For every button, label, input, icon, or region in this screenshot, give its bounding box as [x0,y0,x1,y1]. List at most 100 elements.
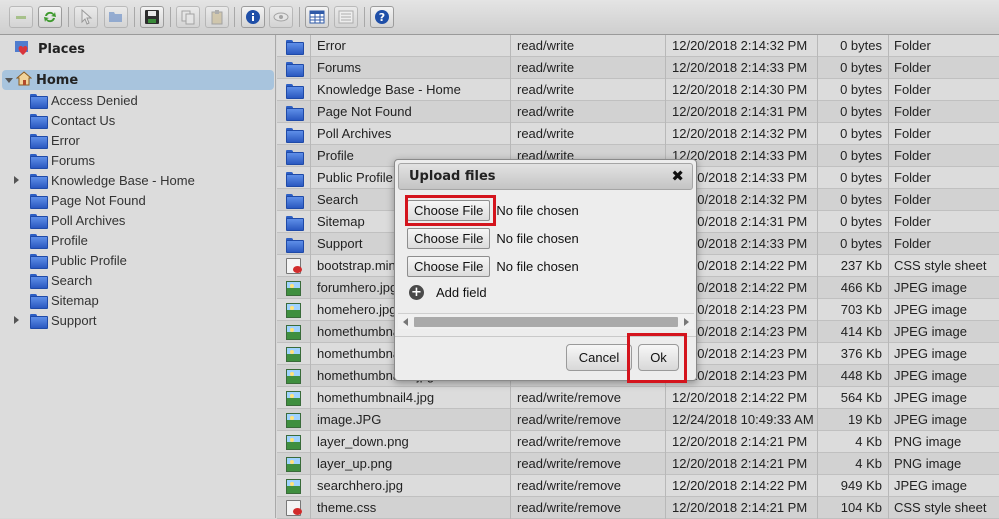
file-icon-cell [277,387,311,409]
dialog-header[interactable]: Upload files ✖ [398,163,693,190]
table-row[interactable]: Error read/write 12/20/2018 2:14:32 PM 0 by… [277,35,999,57]
file-type: JPEG image [894,390,967,405]
sidebar-item[interactable]: Contact Us [14,110,115,130]
sidebar-item[interactable]: Public Profile [14,250,127,270]
sidebar-item-home[interactable]: Home [2,70,274,90]
file-icon-cell [277,299,311,321]
places-icon [14,39,32,59]
file-date: 12/20/2018 2:14:21 PM [666,431,818,453]
sidebar-item[interactable]: Search [14,270,92,290]
minus-icon[interactable] [9,6,33,28]
image-file-icon [286,456,301,472]
file-type: JPEG image [894,478,967,493]
file-date: 12/20/2018 2:14:22 PM [666,475,818,497]
chevron-down-icon[interactable] [2,77,16,83]
horizontal-scrollbar[interactable] [398,313,694,329]
add-field-button[interactable]: + Add field [409,283,487,301]
file-icon-cell [277,431,311,453]
refresh-icon[interactable] [38,6,62,28]
file-size: 4 Kb [818,431,889,453]
folder-icon [30,253,48,269]
home-label: Home [36,72,79,88]
folder-icon [285,61,304,77]
sidebar-item-label: Error [51,132,80,148]
grid-view-icon[interactable] [305,6,329,28]
file-status-1: No file chosen [496,202,579,218]
choose-file-button-1[interactable]: Choose File [407,199,491,221]
table-row[interactable]: theme.css read/write/remove 12/20/2018 2:1… [277,497,999,519]
svg-text:?: ? [379,11,385,24]
sidebar-item-label: Profile [51,232,88,248]
table-row[interactable]: Poll Archives read/write 12/20/2018 2:14:3… [277,123,999,145]
table-row[interactable]: Knowledge Base - Home read/write 12/20/201… [277,79,999,101]
file-status-3: No file chosen [496,258,579,274]
folder-icon [30,293,48,309]
image-file-icon [286,390,301,406]
pointer-icon[interactable] [74,6,98,28]
file-icon-cell [277,35,311,57]
file-icon-cell [277,57,311,79]
scroll-right-icon[interactable] [684,318,689,326]
table-row[interactable]: Page Not Found read/write 12/20/2018 2:14:… [277,101,999,123]
home-icon [15,71,33,89]
preview-icon[interactable] [269,6,293,28]
sidebar-item[interactable]: Access Denied [14,90,138,110]
folder-icon [30,213,48,229]
sidebar-item[interactable]: Profile [14,230,88,250]
file-icon-cell [277,277,311,299]
plus-icon: + [409,284,424,300]
choose-file-button-2[interactable]: Choose File [407,227,491,249]
ok-button[interactable]: Ok [638,344,679,371]
help-icon[interactable]: ? [370,6,394,28]
sidebar-item[interactable]: Poll Archives [14,210,125,230]
sidebar-item[interactable]: Error [14,130,80,150]
scrollbar-thumb[interactable] [414,317,678,327]
copy-icon[interactable] [176,6,200,28]
file-icon-cell [277,79,311,101]
list-view-icon[interactable] [334,6,358,28]
sidebar-item[interactable]: Knowledge Base - Home [14,170,195,190]
file-input-row-3: Choose File No file chosen [407,255,579,277]
sidebar-item[interactable]: Page Not Found [14,190,146,210]
table-row[interactable]: homethumbnail4.jpg read/write/remove 12/20… [277,387,999,409]
table-row[interactable]: layer_down.png read/write/remove 12/20/201… [277,431,999,453]
chevron-right-icon[interactable] [14,316,26,324]
file-name: layer_down.png [311,431,511,453]
file-type: Folder [894,60,931,75]
info-icon[interactable] [241,6,265,28]
table-row[interactable]: searchhero.jpg read/write/remove 12/20/201… [277,475,999,497]
file-date: 12/20/2018 2:14:21 PM [666,497,818,519]
places-header[interactable]: Places [14,40,85,58]
file-size: 466 Kb [818,277,889,299]
image-file-icon [286,346,301,362]
file-icon-cell [277,453,311,475]
table-row[interactable]: Forums read/write 12/20/2018 2:14:33 PM 0 b… [277,57,999,79]
file-type: JPEG image [894,280,967,295]
file-type: JPEG image [894,302,967,317]
paste-icon[interactable] [205,6,229,28]
chevron-right-icon[interactable] [14,176,26,184]
image-file-icon [286,302,301,318]
file-size: 0 bytes [818,189,889,211]
file-permissions: read/write/remove [511,387,666,409]
file-name: Error [311,35,511,57]
sidebar-item-label: Page Not Found [51,192,146,208]
cancel-button[interactable]: Cancel [566,344,632,371]
file-status-2: No file chosen [496,230,579,246]
file-permissions: read/write [511,35,666,57]
image-file-icon [286,324,301,340]
sidebar-item[interactable]: Sitemap [14,290,99,310]
sidebar-item[interactable]: Forums [14,150,95,170]
file-icon-cell [277,409,311,431]
scroll-left-icon[interactable] [403,318,408,326]
table-row[interactable]: image.JPG read/write/remove 12/24/2018 10:… [277,409,999,431]
file-type: Folder [894,148,931,163]
save-icon[interactable] [140,6,164,28]
table-row[interactable]: layer_up.png read/write/remove 12/20/2018 … [277,453,999,475]
file-type: CSS style sheet [894,500,987,515]
sidebar-item-label: Knowledge Base - Home [51,172,195,188]
close-icon[interactable]: ✖ [671,167,684,185]
sidebar-item[interactable]: Support [14,310,97,330]
folder-open-icon[interactable] [104,6,128,28]
choose-file-button-3[interactable]: Choose File [407,255,491,277]
